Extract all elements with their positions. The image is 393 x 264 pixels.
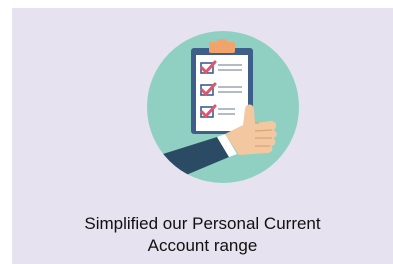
card-title-line-2: Account range xyxy=(147,236,258,255)
card-title-line-1: Simplified our Personal Current xyxy=(84,214,321,233)
feature-card[interactable]: Simplified our Personal Current Account … xyxy=(12,8,393,264)
card-title: Simplified our Personal Current Account … xyxy=(12,213,393,257)
checklist-thumbs-up-icon xyxy=(147,31,299,183)
